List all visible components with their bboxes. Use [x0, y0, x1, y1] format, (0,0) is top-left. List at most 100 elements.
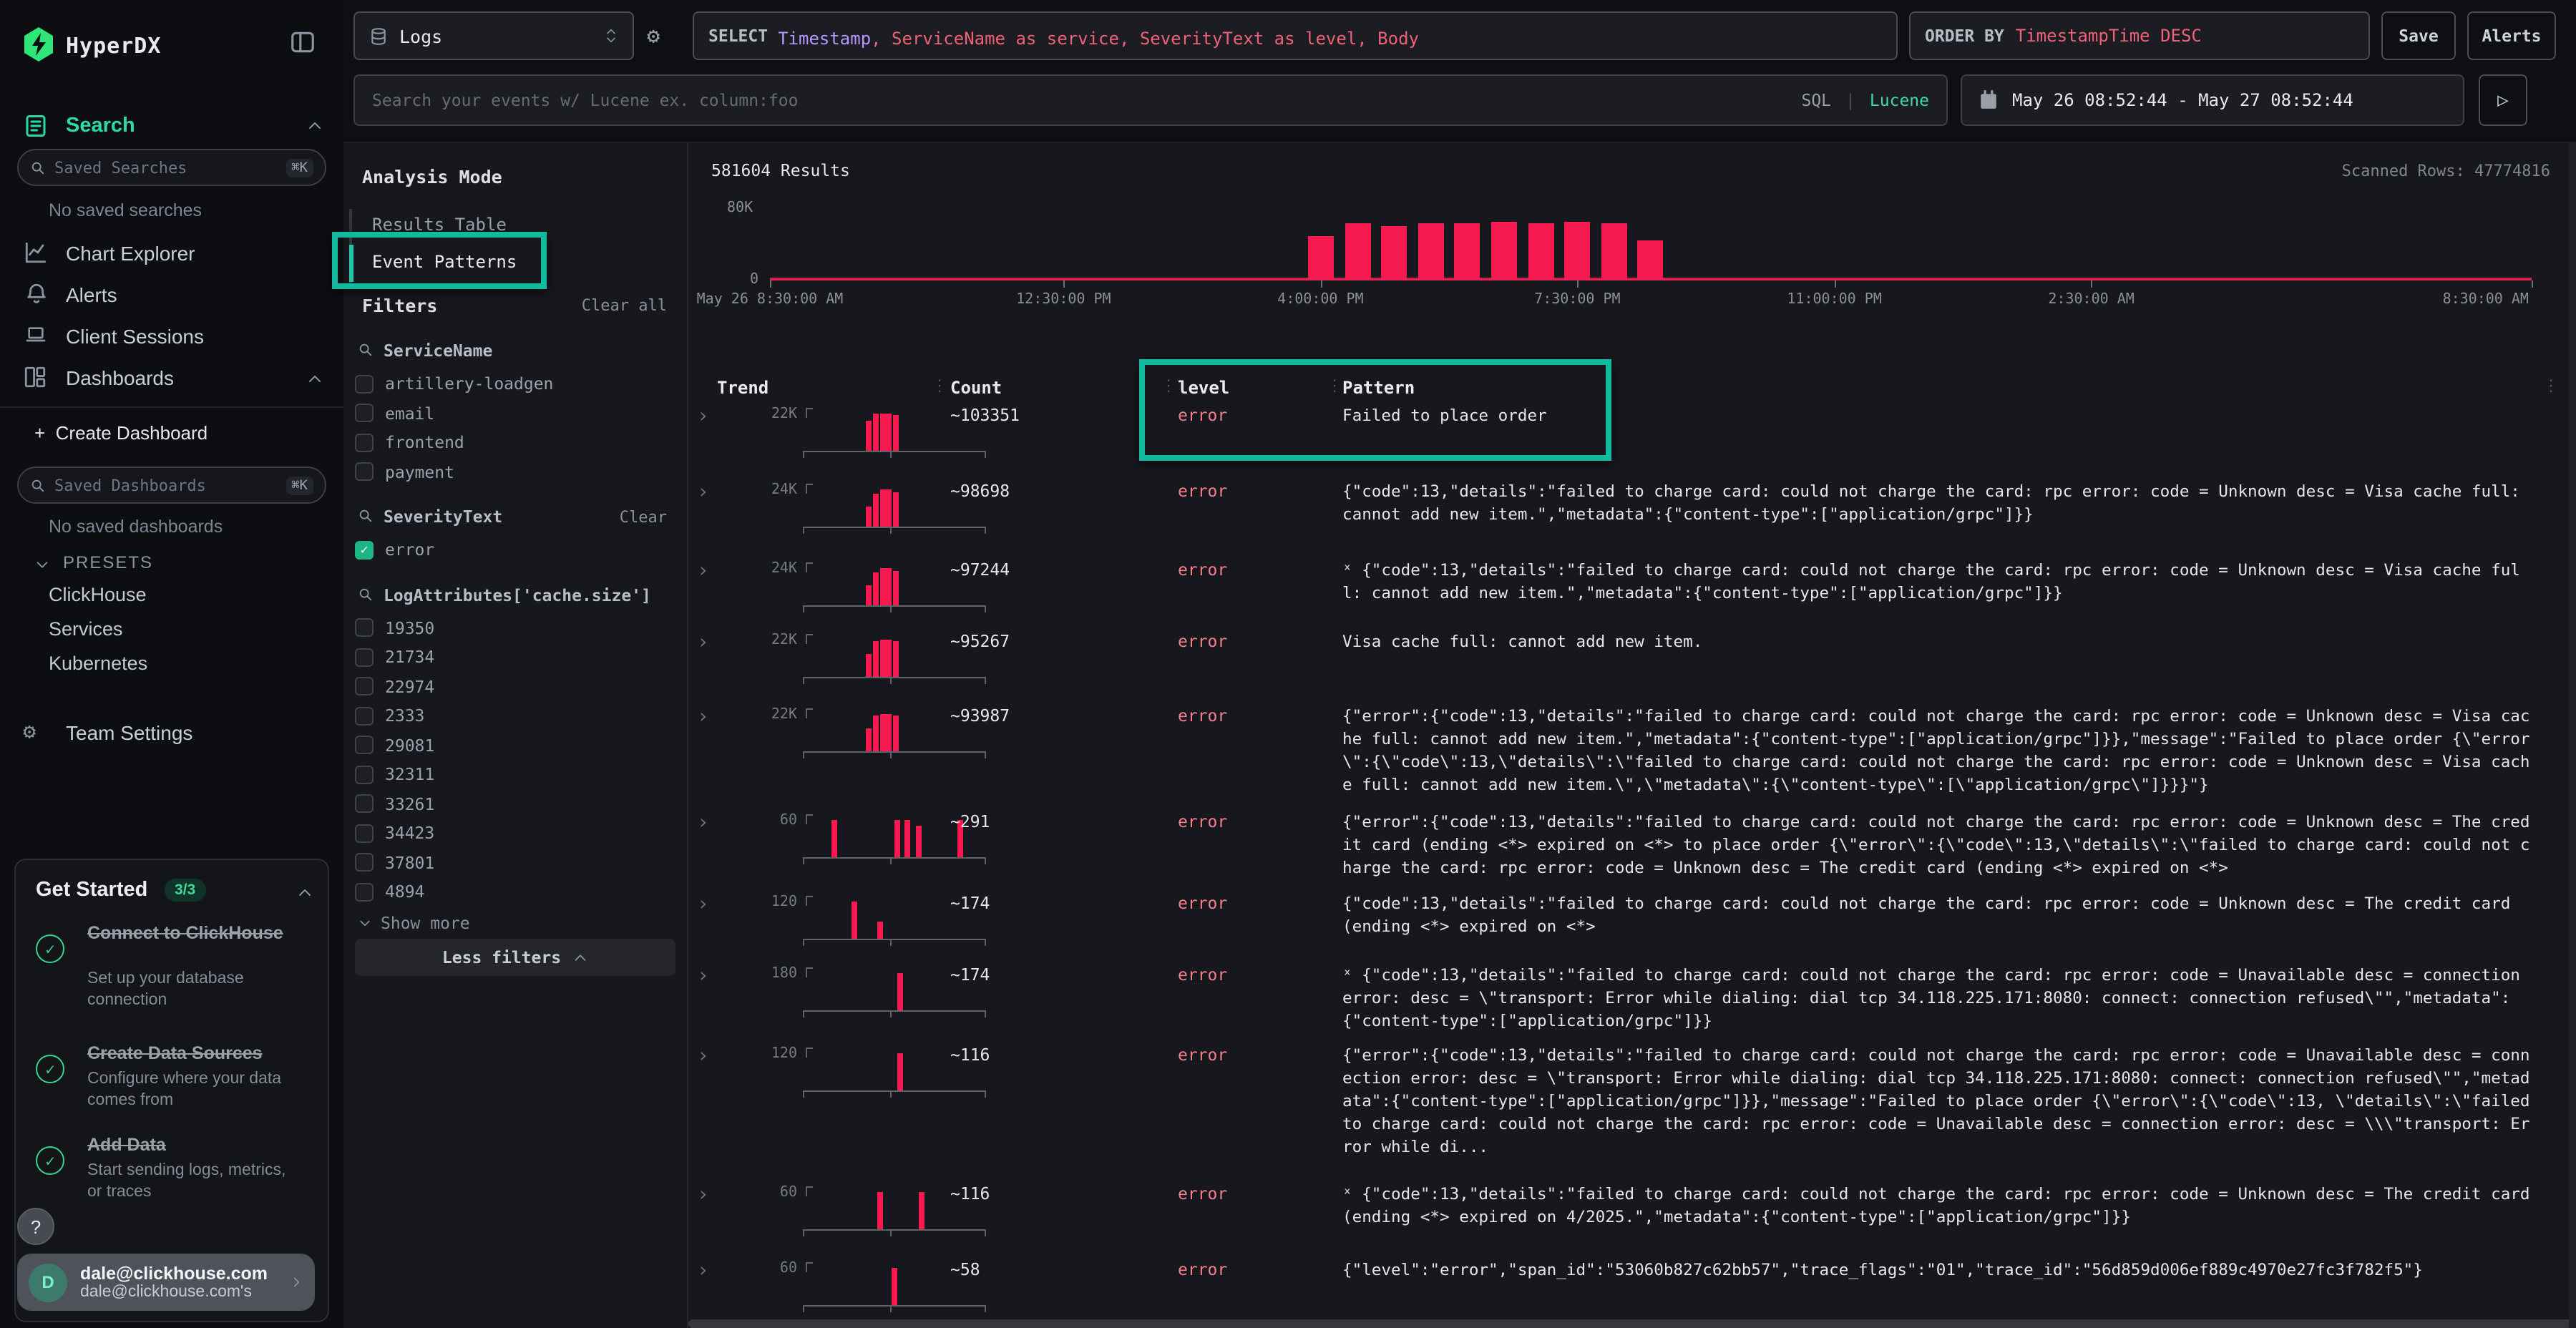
col-header-count[interactable]: Count [950, 378, 1002, 398]
row-expand-chevron-icon[interactable]: › [697, 811, 709, 834]
row-expand-chevron-icon[interactable]: › [697, 706, 709, 728]
checkbox-unchecked[interactable] [355, 736, 374, 755]
filter-value-label[interactable]: 33261 [385, 794, 434, 814]
checkbox-unchecked[interactable] [355, 404, 374, 423]
sidebar-collapse-icon[interactable] [289, 29, 316, 56]
checkbox-unchecked[interactable] [355, 648, 374, 667]
horizontal-scrollbar[interactable] [688, 1319, 2576, 1328]
cell-pattern[interactable]: Failed to place order [1342, 405, 2537, 428]
row-expand-chevron-icon[interactable]: › [697, 965, 709, 987]
source-select[interactable]: Logs [353, 11, 634, 60]
presets-chevron-down-icon[interactable] [34, 557, 50, 572]
column-grip-icon[interactable]: ⋮ [1161, 376, 1175, 395]
row-expand-chevron-icon[interactable]: › [697, 1259, 709, 1282]
clear-all-link[interactable]: Clear all [582, 296, 667, 315]
saved-searches-input[interactable]: Saved Searches ⌘K [17, 149, 326, 186]
lucene-toggle[interactable]: Lucene [1870, 90, 1929, 110]
mode-results-table[interactable]: Results Table [372, 215, 507, 235]
sql-toggle[interactable]: SQL [1801, 90, 1831, 110]
dashboards-collapse-chevron-icon[interactable] [306, 371, 323, 388]
filter-checkbox-row[interactable]: artillery-loadgen [343, 369, 687, 399]
row-expand-chevron-icon[interactable]: › [697, 1183, 709, 1206]
col-header-level[interactable]: level [1178, 378, 1229, 398]
query-settings-gear-icon[interactable]: ⚙ [647, 23, 660, 49]
saved-dashboards-input[interactable]: Saved Dashboards ⌘K [17, 467, 326, 504]
filter-value-label[interactable]: 19350 [385, 618, 434, 638]
filter-value-label[interactable]: 32311 [385, 765, 434, 785]
presets-header[interactable]: PRESETS [63, 552, 153, 572]
cell-pattern[interactable]: {"error":{"code":13,"details":"failed to… [1342, 1045, 2537, 1159]
alerts-button[interactable]: Alerts [2467, 11, 2556, 60]
sidebar-item-dashboards[interactable]: Dashboards [66, 366, 174, 389]
checkbox-unchecked[interactable] [355, 434, 374, 452]
col-header-pattern[interactable]: Pattern [1342, 378, 1415, 398]
filter-value-label[interactable]: 4894 [385, 882, 424, 902]
row-expand-chevron-icon[interactable]: › [697, 481, 709, 504]
filter-value-label[interactable]: frontend [385, 433, 464, 453]
time-range-picker[interactable]: May 26 08:52:44 - May 27 08:52:44 [1961, 74, 2464, 126]
filter-group-clear-link[interactable]: Clear [620, 508, 667, 527]
save-button[interactable]: Save [2381, 11, 2456, 60]
checkbox-unchecked[interactable] [355, 854, 374, 872]
cell-pattern[interactable]: {"code":13,"details":"failed to charge c… [1342, 893, 2537, 939]
run-query-button[interactable]: ▷ [2479, 74, 2527, 126]
cell-pattern[interactable]: {"error":{"code":13,"details":"failed to… [1342, 811, 2537, 880]
checkbox-checked[interactable]: ✓ [355, 541, 374, 560]
filter-group-name[interactable]: LogAttributes['cache.size'] [384, 585, 651, 605]
checkbox-unchecked[interactable] [355, 619, 374, 638]
filter-checkbox-row[interactable]: frontend [343, 428, 687, 457]
row-expand-chevron-icon[interactable]: › [697, 1045, 709, 1068]
filter-group-name[interactable]: ServiceName [384, 341, 492, 361]
col-header-trend[interactable]: Trend [717, 378, 769, 398]
filter-value-label[interactable]: payment [385, 462, 454, 482]
filter-value-label[interactable]: 21734 [385, 648, 434, 668]
filter-value-label[interactable]: error [385, 540, 434, 560]
sidebar-item-preset-clickhouse[interactable]: ClickHouse [49, 584, 147, 605]
sidebar-item-team-settings[interactable]: Team Settings [66, 721, 192, 744]
sidebar-item-preset-services[interactable]: Services [49, 618, 123, 640]
filter-checkbox-row[interactable]: 2333 [343, 701, 687, 731]
filter-value-label[interactable]: 34423 [385, 824, 434, 844]
user-menu[interactable]: D dale@clickhouse.com dale@clickhouse.co… [17, 1254, 315, 1311]
row-expand-chevron-icon[interactable]: › [697, 560, 709, 582]
row-expand-chevron-icon[interactable]: › [697, 405, 709, 428]
checkbox-unchecked[interactable] [355, 678, 374, 696]
cell-pattern[interactable]: ˣ {"code":13,"details":"failed to charge… [1342, 965, 2537, 1033]
checkbox-unchecked[interactable] [355, 824, 374, 843]
cell-pattern[interactable]: Visa cache full: cannot add new item. [1342, 631, 2537, 654]
filter-checkbox-row[interactable]: 21734 [343, 643, 687, 672]
filter-group-name[interactable]: SeverityText [384, 507, 502, 527]
filter-value-label[interactable]: 29081 [385, 736, 434, 756]
cell-pattern[interactable]: {"code":13,"details":"failed to charge c… [1342, 481, 2537, 527]
checkbox-unchecked[interactable] [355, 375, 374, 394]
create-dashboard-button[interactable]: + Create Dashboard [34, 422, 208, 444]
filter-value-label[interactable]: email [385, 404, 434, 424]
column-grip-icon[interactable]: ⋮ [1327, 376, 1341, 395]
get-started-collapse-chevron-icon[interactable] [296, 884, 313, 902]
filter-checkbox-row[interactable]: 37801 [343, 848, 687, 877]
filter-checkbox-row[interactable]: 29081 [343, 731, 687, 760]
checkbox-unchecked[interactable] [355, 463, 374, 482]
filter-checkbox-row[interactable]: payment [343, 457, 687, 487]
row-expand-chevron-icon[interactable]: › [697, 631, 709, 654]
filter-checkbox-row[interactable]: 32311 [343, 760, 687, 789]
row-expand-chevron-icon[interactable]: › [697, 893, 709, 916]
filter-value-label[interactable]: 2333 [385, 706, 424, 726]
filter-value-label[interactable]: artillery-loadgen [385, 374, 553, 394]
sidebar-item-alerts[interactable]: Alerts [66, 283, 117, 306]
sidebar-item-search[interactable]: Search [66, 114, 135, 137]
cell-pattern[interactable]: ˣ {"code":13,"details":"failed to charge… [1342, 560, 2537, 605]
select-query-input[interactable]: SELECT Timestamp, ServiceName as service… [693, 11, 1898, 60]
sidebar-item-chart-explorer[interactable]: Chart Explorer [66, 242, 195, 265]
filter-checkbox-row[interactable]: 19350 [343, 613, 687, 643]
column-grip-icon[interactable]: ⋮ [932, 376, 946, 395]
sidebar-item-client-sessions[interactable]: Client Sessions [66, 325, 204, 348]
checkbox-unchecked[interactable] [355, 766, 374, 784]
help-button[interactable]: ? [17, 1208, 54, 1245]
filter-checkbox-row[interactable]: 33261 [343, 789, 687, 819]
cell-pattern[interactable]: ˣ {"code":13,"details":"failed to charge… [1342, 1183, 2537, 1229]
checkbox-unchecked[interactable] [355, 883, 374, 902]
sidebar-item-preset-kubernetes[interactable]: Kubernetes [49, 653, 147, 674]
mode-event-patterns[interactable]: Event Patterns [372, 252, 517, 272]
filter-checkbox-row[interactable]: 34423 [343, 819, 687, 848]
